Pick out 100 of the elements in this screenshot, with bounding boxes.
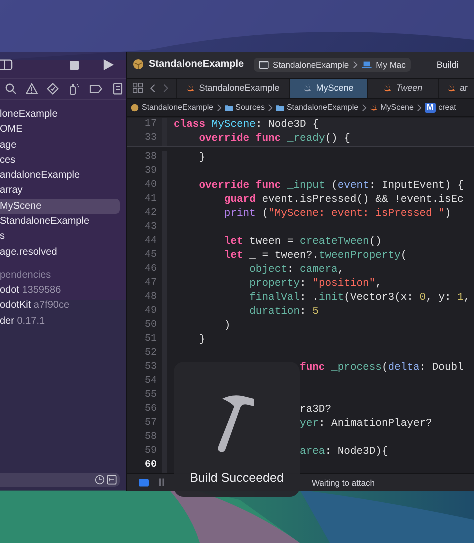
breakpoint-icon[interactable] (89, 84, 103, 94)
warning-icon[interactable] (26, 83, 38, 95)
section-header: pendencies (0, 268, 52, 283)
file-item[interactable]: StandaloneExample (0, 214, 120, 230)
code-line: guard event.isPressed() && !event.isEc (223, 193, 464, 208)
line-number: 47 (144, 277, 157, 292)
laptop-icon (362, 60, 372, 69)
line-number: 39 (144, 165, 157, 180)
package-version: a7f90ce (34, 300, 70, 312)
line-number: 53 (144, 361, 157, 376)
project-title: StandaloneExample (149, 59, 244, 70)
filter-field[interactable] (0, 473, 120, 487)
breadcrumb-label: MyScene (380, 103, 414, 112)
swift-icon (186, 84, 196, 93)
package-item[interactable]: der 0.17.1 (0, 314, 120, 329)
swift-icon (370, 104, 378, 112)
grid-icon[interactable] (133, 83, 143, 94)
swift-icon (383, 84, 392, 93)
package-name: odot (0, 284, 20, 296)
line-number: 43 (144, 221, 157, 236)
folder-icon (224, 104, 233, 112)
package-item[interactable]: odot 1359586 (0, 282, 120, 298)
line-number: 41 (144, 193, 157, 208)
line-number: 56 (144, 403, 157, 418)
file-item[interactable]: OME (0, 122, 120, 138)
swift-icon (303, 84, 312, 93)
method-badge: M (424, 102, 436, 113)
file-item[interactable]: age (0, 138, 120, 153)
package-item[interactable]: odotKit a7f90ce (0, 298, 120, 314)
file-item[interactable]: age.resolved (0, 244, 120, 260)
line-number: 38 (144, 151, 157, 166)
breadcrumb[interactable]: MyScene (370, 103, 414, 112)
scope-icon[interactable] (107, 475, 117, 485)
breadcrumb-label: Sources (236, 103, 265, 112)
package-version: 1359586 (22, 284, 62, 296)
breadcrumb[interactable]: M creat (424, 102, 456, 113)
line-number: 45 (144, 249, 157, 264)
line-number: 54 (144, 375, 157, 390)
code-line: } (198, 151, 206, 166)
code-line: finalVal: .init(Vector3(x: 0, y: 1, (248, 291, 470, 306)
package-icon (131, 104, 139, 112)
console-toggle-icon[interactable] (139, 478, 149, 487)
folder-icon (276, 104, 284, 112)
line-number: 40 (144, 179, 157, 194)
line-number: 50 (144, 319, 157, 334)
document-icon[interactable] (112, 83, 124, 95)
clock-icon[interactable] (95, 475, 105, 485)
line-number: 51 (144, 333, 157, 348)
code-line: override func _ready() { (198, 132, 350, 146)
editor-tab[interactable]: MyScene (289, 78, 367, 98)
scheme-name: StandaloneExample (273, 60, 350, 70)
terminal-icon (259, 60, 270, 69)
code-line: } (198, 333, 206, 348)
code-line: let _ = tween?.tweenProperty( (223, 249, 408, 264)
line-number: 59 (144, 445, 157, 460)
line-number: 42 (144, 207, 157, 222)
file-item[interactable]: andaloneExample (0, 168, 120, 184)
code-line: ra3D? (299, 403, 332, 418)
scheme-selector[interactable]: StandaloneExample My Mac (254, 58, 411, 72)
chevron-icon (268, 104, 273, 112)
line-number: 58 (144, 431, 157, 446)
line-number: 17 (144, 118, 157, 132)
package-version: 0.17.1 (17, 316, 46, 327)
code-line: class MyScene: Node3D { (174, 118, 319, 132)
line-number: 49 (144, 305, 157, 320)
code-line: object: camera, (248, 263, 344, 278)
search-icon[interactable] (5, 83, 17, 95)
swift-icon (447, 84, 456, 93)
spray-icon[interactable] (68, 83, 80, 95)
code-line: ) (223, 319, 231, 334)
code-line: print ("MyScene: event: isPressed ") (223, 207, 452, 222)
file-item[interactable]: array (0, 183, 120, 199)
code-line: duration: 5 (248, 305, 319, 320)
line-number: 33 (144, 132, 157, 146)
back-icon[interactable] (150, 84, 156, 93)
line-number: 57 (144, 417, 157, 432)
editor-tab[interactable]: Tween (367, 78, 438, 98)
play-icon[interactable] (103, 59, 114, 71)
editor-tab[interactable]: ar (438, 78, 474, 98)
file-item[interactable]: loneExample (0, 107, 120, 122)
file-item[interactable]: MyScene (0, 198, 120, 214)
sidebar-icon[interactable] (0, 59, 13, 71)
package-name: odotKit (0, 300, 32, 312)
line-number: 46 (144, 263, 157, 278)
code-line: property: "position", (248, 277, 382, 292)
destination-name: My Mac (376, 60, 406, 70)
file-item[interactable]: s (0, 229, 120, 245)
line-number: 60 (144, 459, 157, 474)
build-status: Buildi (436, 60, 459, 70)
chevron-icon (416, 104, 422, 112)
package-icon (133, 59, 144, 70)
chevron-icon (362, 104, 367, 112)
pause-icon[interactable] (159, 478, 165, 488)
diamond-icon[interactable] (47, 83, 59, 95)
code-line: yer: AnimationPlayer? (299, 417, 432, 432)
line-number: 48 (144, 291, 157, 306)
line-number: 52 (144, 347, 157, 362)
breadcrumb[interactable]: Sources (224, 103, 265, 112)
breadcrumb-label: creat (438, 103, 456, 112)
file-item[interactable]: ces (0, 152, 120, 168)
